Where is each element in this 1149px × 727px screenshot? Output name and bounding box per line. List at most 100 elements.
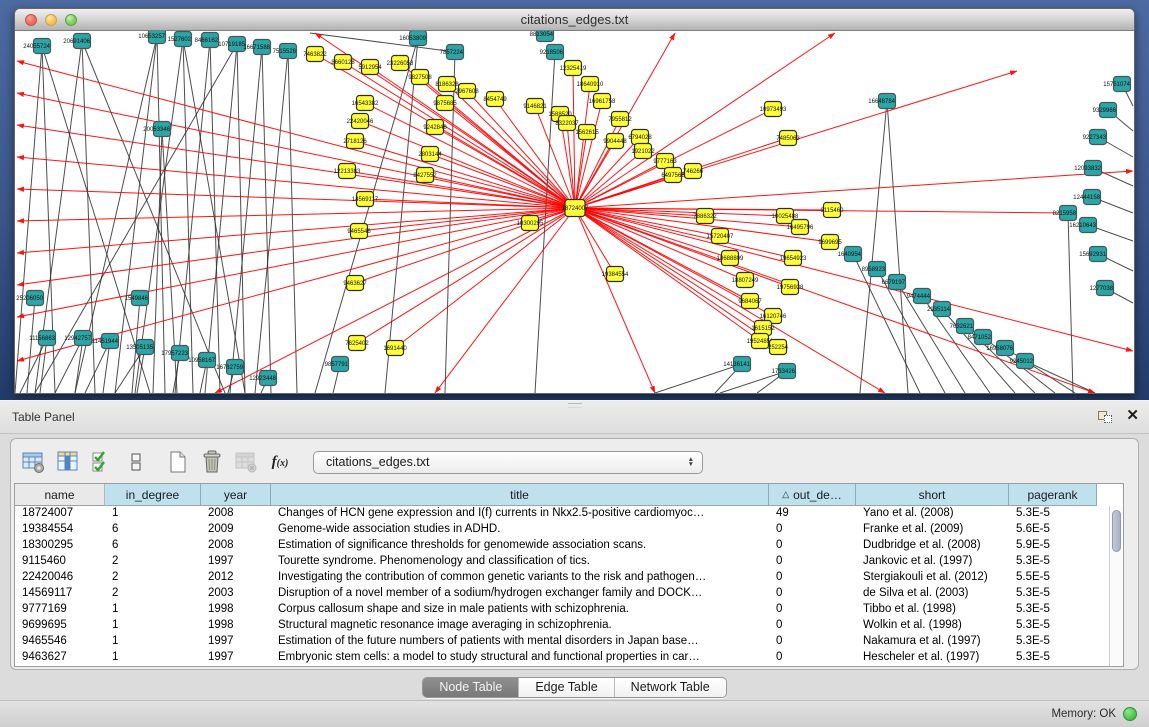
graph-node[interactable]: 10653257 <box>138 31 165 44</box>
table-row[interactable]: 1830029562008Estimation of significance … <box>15 538 1123 554</box>
graph-node[interactable]: 15720407 <box>707 229 734 244</box>
graph-node[interactable]: 2718126 <box>343 134 367 149</box>
table-cell[interactable]: 2 <box>105 554 201 570</box>
table-cell[interactable]: 1997 <box>201 634 271 650</box>
graph-node[interactable]: 7955812 <box>608 112 632 127</box>
graph-node[interactable]: 9465546 <box>347 224 371 239</box>
graph-node[interactable]: 19756928 <box>777 280 804 295</box>
column-header-pagerank[interactable]: pagerank <box>1009 484 1097 506</box>
graph-node[interactable]: 7625402 <box>345 336 369 351</box>
table-cell[interactable]: 0 <box>769 602 856 618</box>
graph-node[interactable]: 10973493 <box>760 102 787 117</box>
column-header-name[interactable]: name <box>15 484 105 506</box>
graph-node[interactable]: 8958923 <box>862 262 886 277</box>
tab-node-table[interactable]: Node Table <box>423 678 519 697</box>
graph-node[interactable]: 2967608 <box>455 84 479 99</box>
graph-node[interactable]: 7515526 <box>273 44 297 59</box>
graph-node[interactable]: 16782759 <box>216 360 243 375</box>
graph-node[interactable]: 15751074 <box>1103 77 1130 92</box>
tab-network-table[interactable]: Network Table <box>615 678 726 697</box>
graph-node[interactable]: 16671588 <box>243 40 270 55</box>
table-cell[interactable]: 1 <box>105 634 201 650</box>
graph-node[interactable]: 1549846 <box>125 291 149 306</box>
graph-node[interactable]: 18724007 <box>562 200 589 217</box>
graph-node[interactable]: 8466162 <box>195 33 219 48</box>
table-cell[interactable]: Jankovic et al. (1997) <box>856 554 1009 570</box>
graph-node[interactable]: 17957223 <box>161 346 188 361</box>
graph-node[interactable]: 9242848 <box>423 120 447 135</box>
row-height-button[interactable] <box>121 447 151 477</box>
graph-node[interactable]: 11451944 <box>92 334 119 349</box>
graph-node[interactable]: 16961758 <box>589 94 616 109</box>
graph-node[interactable]: 25206050 <box>16 291 43 306</box>
table-cell[interactable]: 1998 <box>201 602 271 618</box>
table-row[interactable]: 946362711997Embryonic stem cells: a mode… <box>15 650 1123 666</box>
graph-node[interactable]: 16053809 <box>399 31 426 46</box>
table-cell[interactable]: Disruption of a novel member of a sodium… <box>271 586 769 602</box>
table-cell[interactable]: 5.3E-5 <box>1009 634 1097 650</box>
graph-node[interactable]: 9245012 <box>1010 354 1034 369</box>
graph-node[interactable]: 6794028 <box>628 130 652 145</box>
graph-node[interactable]: 10719185 <box>218 37 245 52</box>
table-cell[interactable]: Tourette syndrome. Phenomenology and cla… <box>271 554 769 570</box>
table-cell[interactable]: 18724007 <box>15 506 105 522</box>
graph-node[interactable]: 9474444 <box>907 289 931 304</box>
table-cell[interactable]: 9465546 <box>15 634 105 650</box>
table-cell[interactable]: 2012 <box>201 570 271 586</box>
table-cell[interactable]: 0 <box>769 570 856 586</box>
table-cell[interactable]: 5.3E-5 <box>1009 586 1097 602</box>
graph-node[interactable]: 12444158 <box>1073 190 1100 205</box>
graph-node[interactable]: 252254 <box>768 340 789 355</box>
graph-node[interactable]: 8813054 <box>530 31 554 42</box>
table-settings-button[interactable] <box>19 447 49 477</box>
graph-node[interactable]: 9146821 <box>523 99 547 114</box>
graph-node[interactable]: 9227343 <box>1083 130 1107 145</box>
graph-node[interactable]: 7485063 <box>776 131 800 146</box>
table-cell[interactable]: 1998 <box>201 618 271 634</box>
graph-node[interactable]: 24055724 <box>23 39 50 54</box>
graph-node[interactable]: 18640910 <box>577 77 604 92</box>
table-row[interactable]: 946554611997Estimation of the future num… <box>15 634 1123 650</box>
table-cell[interactable]: Embryonic stem cells: a model to study s… <box>271 650 769 666</box>
table-cell[interactable]: Tibbo et al. (1998) <box>856 602 1009 618</box>
table-cell[interactable]: 2 <box>105 570 201 586</box>
graph-node[interactable]: 8322037 <box>555 116 579 131</box>
graph-node[interactable]: 13505135 <box>126 340 153 355</box>
table-cell[interactable]: 1 <box>105 506 201 522</box>
column-header-in_degree[interactable]: in_degree <box>105 484 201 506</box>
table-cell[interactable]: de Silva et al. (2003) <box>856 586 1009 602</box>
table-cell[interactable]: 0 <box>769 538 856 554</box>
table-cell[interactable]: 49 <box>769 506 856 522</box>
graph-node[interactable]: 9699695 <box>818 235 842 250</box>
table-cell[interactable]: Estimation of significance thresholds fo… <box>271 538 769 554</box>
table-row[interactable]: 977716911998Corpus callosum shape and si… <box>15 602 1123 618</box>
graph-node[interactable]: 1562615 <box>575 125 599 140</box>
table-cell[interactable]: Franke et al. (2009) <box>856 522 1009 538</box>
table-cell[interactable]: 1997 <box>201 554 271 570</box>
table-selector-dropdown[interactable]: citations_edges.txt ▲▼ <box>313 451 703 474</box>
table-cell[interactable]: 2008 <box>201 506 271 522</box>
graph-node[interactable]: 1640954 <box>838 247 862 262</box>
table-cell[interactable]: 14569117 <box>15 586 105 602</box>
select-rows-button[interactable] <box>87 447 117 477</box>
table-cell[interactable]: 0 <box>769 634 856 650</box>
delete-rows-button[interactable] <box>197 447 227 477</box>
table-cell[interactable]: 2 <box>105 586 201 602</box>
table-row[interactable]: 1456911722003Disruption of a novel membe… <box>15 586 1123 602</box>
table-row[interactable]: 1872400712008Changes of HCN gene express… <box>15 506 1123 522</box>
table-cell[interactable]: 0 <box>769 522 856 538</box>
network-window-titlebar[interactable]: citations_edges.txt <box>15 9 1134 31</box>
panel-drag-handle[interactable] <box>568 403 582 408</box>
table-cell[interactable]: 2003 <box>201 586 271 602</box>
table-cell[interactable]: Nakamura et al. (1997) <box>856 634 1009 650</box>
table-cell[interactable]: 5.3E-5 <box>1009 602 1097 618</box>
graph-node[interactable]: 9463627 <box>343 276 367 291</box>
graph-node[interactable]: 20691406 <box>63 34 90 49</box>
graph-node[interactable]: 1691440 <box>383 341 407 356</box>
table-cell[interactable]: Stergiakouli et al. (2012) <box>856 570 1009 586</box>
graph-node[interactable]: 9857791 <box>325 357 349 372</box>
table-cell[interactable]: 5.3E-5 <box>1009 506 1097 522</box>
table-cell[interactable]: 9115460 <box>15 554 105 570</box>
table-cell[interactable]: 1 <box>105 602 201 618</box>
table-cell[interactable]: Genome-wide association studies in ADHD. <box>271 522 769 538</box>
